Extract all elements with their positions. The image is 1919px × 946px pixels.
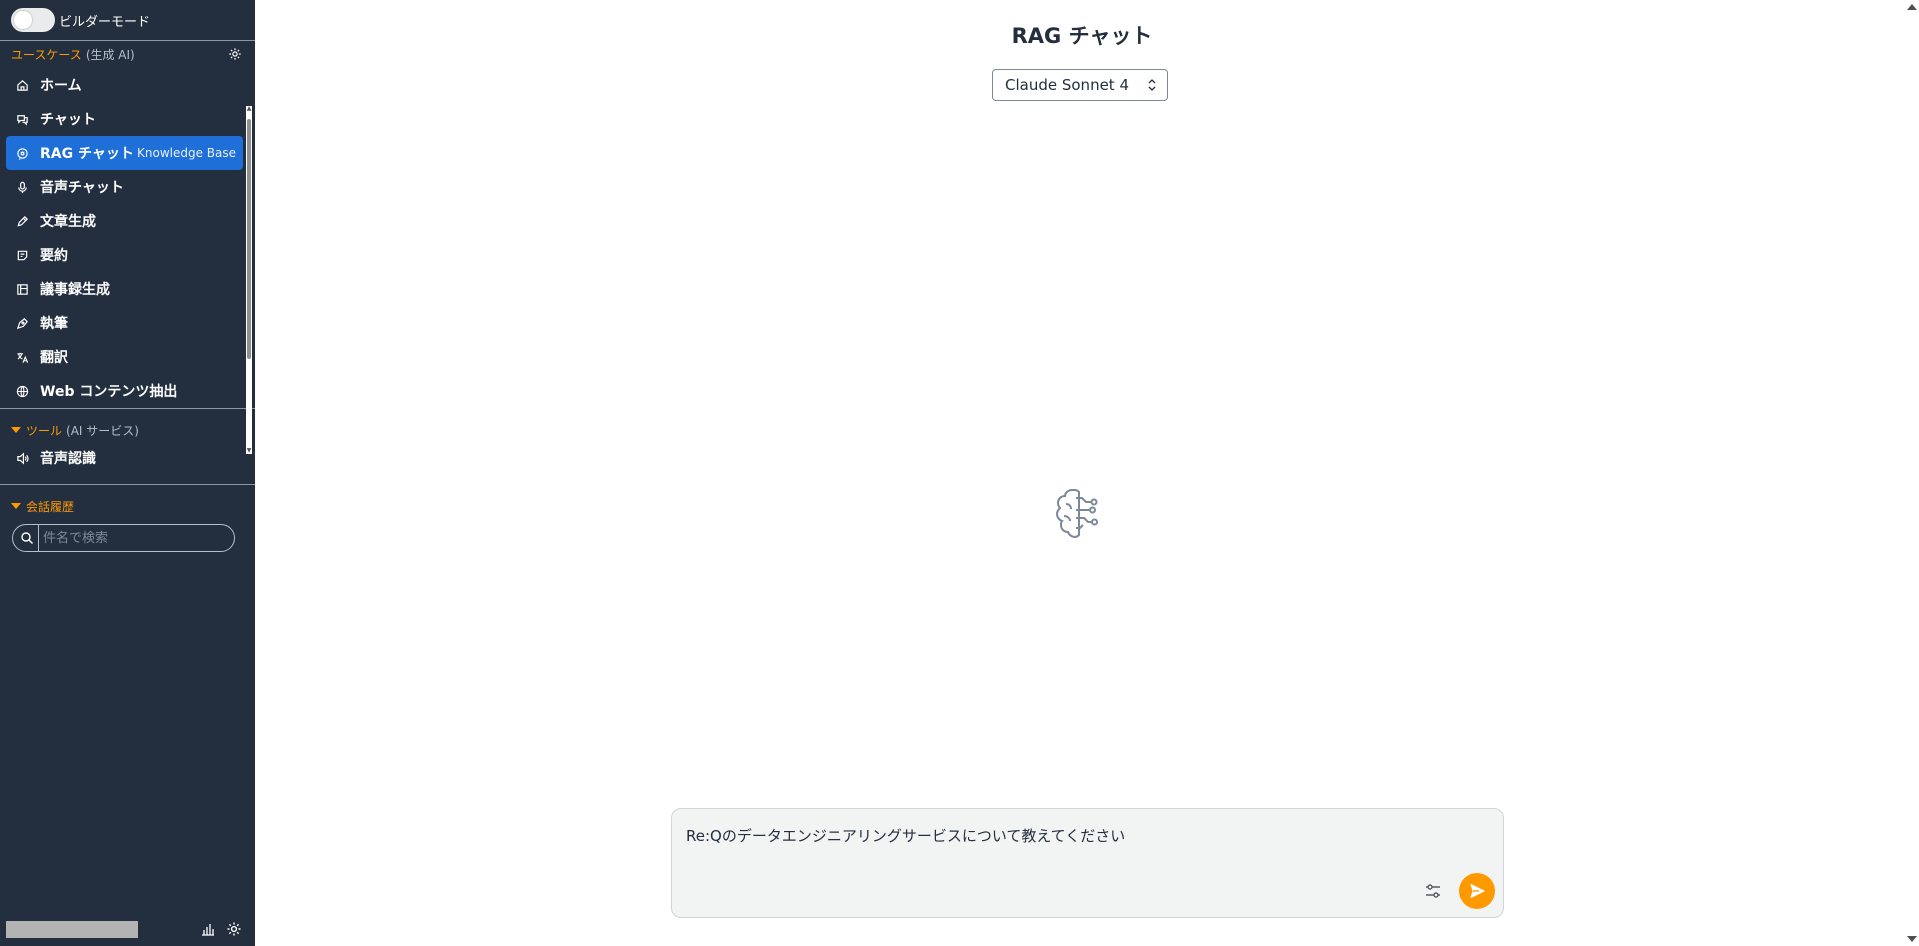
home-icon [17, 79, 28, 91]
sidebar-item-label: 要約 [40, 248, 68, 264]
sidebar-footer [0, 912, 255, 946]
sidebar-item-summary[interactable]: 要約 [6, 238, 243, 272]
scrollbar-thumb[interactable] [247, 119, 251, 359]
sidebar-item-home[interactable]: ホーム [6, 68, 243, 102]
microphone-icon [18, 181, 27, 193]
builder-mode-label: ビルダーモード [59, 14, 151, 30]
usecases-subtitle: (生成 AI) [85, 47, 135, 62]
sidebar-item-label: 執筆 [40, 316, 68, 332]
sidebar-item-label: 議事録生成 [40, 282, 110, 298]
chevron-updown-icon [1148, 79, 1156, 91]
rag-chat-icon [17, 147, 28, 160]
sliders-icon[interactable] [1424, 882, 1442, 900]
chat-input-container: Re:Qのデータエンジニアリングサービスについて教えてください [671, 808, 1504, 918]
stats-icon[interactable] [200, 921, 216, 937]
chat-input[interactable]: Re:Qのデータエンジニアリングサービスについて教えてください [686, 825, 1476, 865]
tools-section: ツール (AI サービス) 音声認識 [0, 409, 255, 485]
sidebar-scrollbar[interactable]: ▲ ▼ [246, 106, 252, 454]
history-title: 会話履歴 [26, 499, 75, 514]
collapse-triangle-icon [11, 503, 21, 509]
globe-icon [16, 385, 29, 397]
translate-icon [17, 352, 29, 363]
toggle-knob [14, 11, 32, 29]
history-search [12, 524, 235, 552]
scroll-down-arrow-icon[interactable] [1907, 936, 1917, 942]
ai-brain-icon [1055, 489, 1098, 539]
pencil-icon [17, 215, 28, 227]
sidebar-item-writing[interactable]: 執筆 [6, 306, 243, 340]
sidebar-item-text-generation[interactable]: 文章生成 [6, 204, 243, 238]
sidebar: ビルダーモード ユースケース (生成 AI) ホーム チャット RAG チャット… [0, 0, 255, 946]
page-scrollbar[interactable] [1907, 0, 1919, 946]
page-title: RAG チャット [1011, 24, 1153, 48]
sidebar-item-speech-recognition[interactable]: 音声認識 [6, 441, 243, 475]
tools-title: ツール [26, 423, 63, 438]
model-select-value: Claude Sonnet 4 [1005, 76, 1129, 94]
send-button[interactable] [1459, 873, 1495, 909]
tools-header[interactable]: ツール (AI サービス) [0, 409, 255, 441]
sidebar-item-translate[interactable]: 翻訳 [6, 340, 243, 374]
sidebar-item-voice-chat[interactable]: 音声チャット [6, 170, 243, 204]
sidebar-item-web-extract[interactable]: Web コンテンツ抽出 [6, 374, 243, 408]
summary-icon [17, 250, 28, 260]
sidebar-item-label: 音声チャット [40, 180, 124, 196]
gear-icon[interactable] [228, 47, 242, 61]
search-icon [21, 532, 33, 544]
user-name-redacted [6, 920, 138, 938]
history-header[interactable]: 会話履歴 [0, 485, 255, 517]
history-search-input[interactable] [38, 525, 234, 551]
send-icon [1470, 884, 1485, 898]
settings-gear-icon[interactable] [226, 921, 242, 937]
sidebar-item-chat[interactable]: チャット [6, 102, 243, 136]
usecases-header: ユースケース (生成 AI) [0, 41, 255, 67]
app-root: ビルダーモード ユースケース (生成 AI) ホーム チャット RAG チャット… [0, 0, 1919, 946]
scroll-up-icon[interactable]: ▲ [246, 106, 252, 112]
sidebar-item-label: 音声認識 [40, 451, 96, 467]
speaker-icon [17, 452, 29, 464]
knowledge-base-badge: Knowledge Base [137, 146, 236, 160]
sidebar-item-minutes[interactable]: 議事録生成 [6, 272, 243, 306]
minutes-icon [17, 283, 28, 295]
history-section: 会話履歴 [0, 485, 255, 552]
scroll-up-arrow-icon[interactable] [1907, 4, 1917, 10]
builder-mode-row: ビルダーモード [0, 0, 255, 41]
pen-nib-icon [16, 317, 28, 329]
usecases-title: ユースケース [11, 47, 82, 62]
main-content: RAG チャット Claude Sonnet 4 Re:Qのデータエンジニアリン… [255, 0, 1919, 946]
builder-mode-toggle[interactable] [11, 8, 55, 32]
sidebar-item-label: RAG チャット [40, 146, 134, 162]
collapse-triangle-icon [11, 427, 21, 433]
usecase-nav: ホーム チャット RAG チャット Knowledge Base 音声チャット [0, 68, 243, 408]
tools-subtitle: (AI サービス) [66, 423, 139, 438]
sidebar-item-label: 文章生成 [40, 214, 96, 230]
sidebar-item-rag-chat[interactable]: RAG チャット Knowledge Base [6, 136, 243, 170]
sidebar-item-label: Web コンテンツ抽出 [40, 384, 178, 400]
sidebar-item-label: 翻訳 [40, 350, 68, 366]
chat-icon [17, 114, 28, 126]
sidebar-item-label: ホーム [40, 78, 82, 94]
sidebar-item-label: チャット [40, 112, 96, 128]
model-select[interactable]: Claude Sonnet 4 [992, 69, 1168, 101]
usecases-section: ユースケース (生成 AI) ホーム チャット RAG チャット Knowled… [0, 41, 255, 454]
